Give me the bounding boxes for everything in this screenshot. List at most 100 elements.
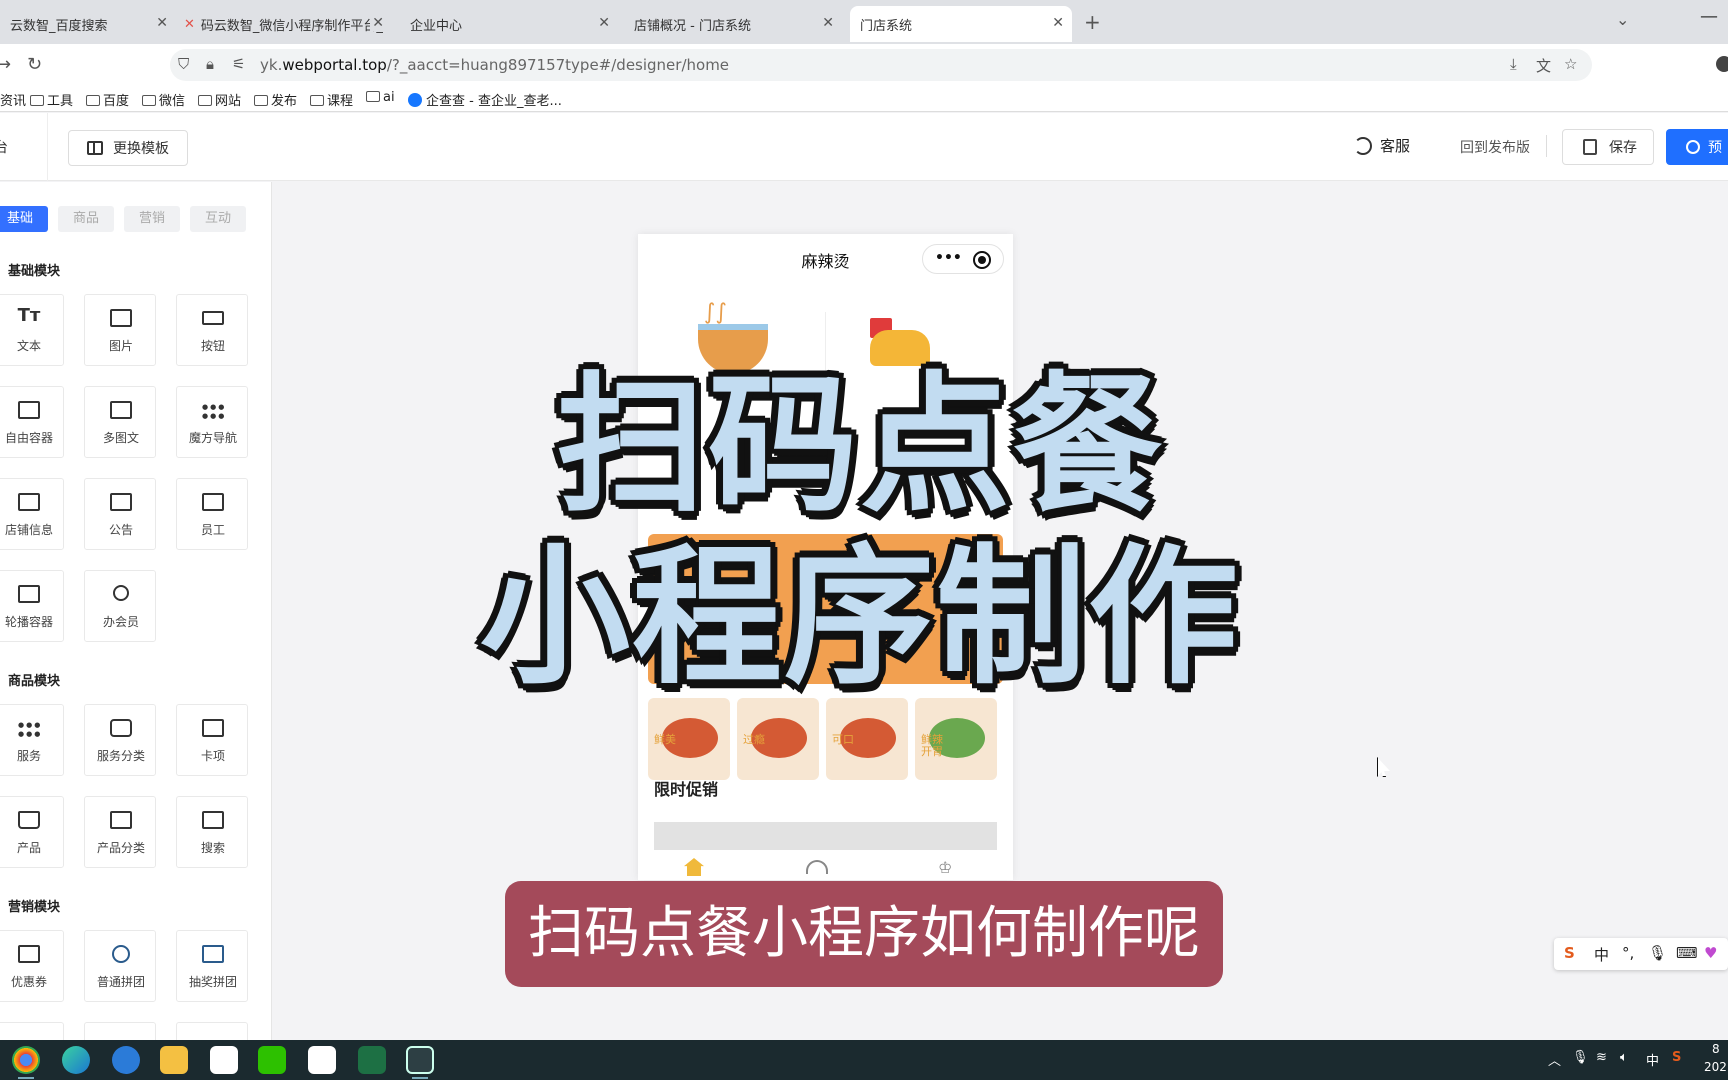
change-template-button[interactable]: 更换模板 — [68, 130, 188, 166]
module-notice[interactable]: 公告 — [84, 478, 156, 550]
star-icon[interactable]: ☆ — [1564, 55, 1577, 73]
module-carousel[interactable]: 轮播容器 — [0, 570, 64, 642]
bookmark-item[interactable]: 百度 — [86, 90, 129, 109]
bookmark-item[interactable]: 微信 — [142, 90, 185, 109]
module-more[interactable] — [0, 1022, 64, 1040]
module-staff[interactable]: 员工 — [176, 478, 248, 550]
skin-icon[interactable]: ♥ — [1704, 944, 1717, 962]
revert-to-published-button[interactable]: 回到发布版 — [1460, 137, 1530, 157]
microphone-icon[interactable]: 🎙︎ — [1648, 944, 1667, 962]
sogou-tray-icon[interactable]: S — [1672, 1050, 1681, 1065]
lock-icon[interactable]: 🔒︎ — [206, 55, 214, 73]
module-product-category[interactable]: 产品分类 — [84, 796, 156, 868]
new-tab-icon[interactable]: + — [1084, 10, 1101, 34]
module-product[interactable]: 产品 — [0, 796, 64, 868]
excel-icon[interactable] — [358, 1046, 386, 1074]
tab-enterprise-center[interactable]: 企业中心 ✕ — [400, 6, 618, 42]
close-icon[interactable]: ✕ — [370, 15, 384, 31]
mini-program-capsule[interactable]: ••• — [922, 244, 1004, 274]
punctuation-icon[interactable]: °, — [1622, 944, 1634, 962]
tray-chevron-icon[interactable]: ︿ — [1548, 1050, 1561, 1069]
module-coupon[interactable]: 优惠券 — [0, 930, 64, 1002]
tab-interaction[interactable]: 互动 — [190, 206, 246, 232]
module-text[interactable]: Tт 文本 — [0, 294, 64, 366]
module-lottery-group-buy[interactable]: 抽奖拼团 — [176, 930, 248, 1002]
wechat-icon[interactable] — [258, 1046, 286, 1074]
bookmark-item[interactable]: 企查查 - 查企业_查老... — [408, 90, 562, 109]
preview-button[interactable]: 预 — [1666, 129, 1728, 165]
module-multi-image-text[interactable]: 多图文 — [84, 386, 156, 458]
ime-toolbar[interactable]: S 中 °, 🎙︎ ⌨ ♥ — [1554, 938, 1728, 970]
tab-store-system[interactable]: 门店系统 ✕ — [850, 6, 1072, 42]
close-icon[interactable]: ✕ — [156, 15, 168, 31]
minimize-icon[interactable]: — — [1700, 6, 1718, 27]
app-icon[interactable] — [406, 1046, 434, 1074]
tab-marketing[interactable]: 营销 — [124, 206, 180, 232]
close-icon[interactable]: ✕ — [1052, 15, 1064, 31]
module-service-category[interactable]: 服务分类 — [84, 704, 156, 776]
ime-lang-toggle[interactable]: 中 — [1594, 944, 1609, 965]
tab-products[interactable]: 商品 — [58, 206, 114, 232]
food-item[interactable]: 鲜辣开胃 — [915, 698, 997, 780]
volume-icon[interactable]: 🔈︎ — [1620, 1050, 1628, 1065]
home-icon[interactable] — [684, 858, 704, 876]
module-more[interactable] — [176, 1022, 248, 1040]
food-item[interactable]: 鲜美 — [648, 698, 730, 780]
module-membership[interactable]: 办会员 — [84, 570, 156, 642]
chrome-icon[interactable] — [12, 1046, 40, 1074]
food-item[interactable]: 可口 — [826, 698, 908, 780]
tune-icon[interactable]: ⚟ — [232, 55, 245, 73]
close-icon[interactable]: ✕ — [822, 15, 834, 31]
edge-icon[interactable] — [62, 1046, 90, 1074]
tab-baidu-search[interactable]: 云数智_百度搜索 ✕ — [0, 6, 176, 42]
customer-service-button[interactable]: 客服 — [1354, 135, 1410, 156]
food-item[interactable]: 过瘾 — [737, 698, 819, 780]
module-group-buy[interactable]: 普通拼团 — [84, 930, 156, 1002]
module-card-item[interactable]: 卡项 — [176, 704, 248, 776]
bookmark-item[interactable]: ai — [366, 90, 395, 105]
module-cube-nav[interactable]: 魔方导航 — [176, 386, 248, 458]
bookmark-item[interactable]: 发布 — [254, 90, 297, 109]
crown-icon[interactable]: ♔ — [938, 858, 952, 877]
module-store-info[interactable]: 店铺信息 — [0, 478, 64, 550]
module-service[interactable]: 服务 — [0, 704, 64, 776]
tab-mayun-platform[interactable]: ✕ 码云数智_微信小程序制作平台_ ✕ — [176, 6, 392, 42]
tray-lang-indicator[interactable]: 中 — [1646, 1050, 1659, 1069]
translate-icon[interactable]: 文 — [1536, 55, 1551, 76]
module-free-container[interactable]: 自由容器 — [0, 386, 64, 458]
clock-date[interactable]: 202 — [1704, 1060, 1727, 1074]
wifi-icon[interactable]: ≋ — [1596, 1050, 1607, 1065]
tab-basic[interactable]: 基础 — [0, 206, 48, 232]
module-more[interactable] — [84, 1022, 156, 1040]
service-bell-icon[interactable] — [806, 860, 828, 874]
text-icon: Tт — [17, 305, 41, 326]
download-icon[interactable]: ⤓ — [1510, 55, 1517, 73]
qq-icon[interactable] — [210, 1046, 238, 1074]
clock-time[interactable]: 8 — [1712, 1042, 1720, 1056]
shield-icon[interactable]: ⛉ — [178, 55, 189, 73]
profile-icon[interactable] — [1716, 56, 1728, 72]
bookmark-item[interactable]: 资讯 — [0, 90, 26, 109]
video-editor-icon[interactable] — [308, 1046, 336, 1074]
save-button[interactable]: 保存 — [1562, 129, 1654, 165]
close-target-icon[interactable] — [973, 251, 991, 269]
forward-icon[interactable]: → — [0, 54, 11, 75]
tab-store-overview[interactable]: 店铺概况 - 门店系统 ✕ — [624, 6, 842, 42]
microphone-icon[interactable]: 🎙︎ — [1572, 1050, 1589, 1065]
bookmark-item[interactable]: 工具 — [30, 90, 73, 109]
chevron-down-icon[interactable]: ⌄ — [1616, 10, 1629, 29]
keyboard-icon[interactable]: ⌨ — [1676, 944, 1698, 962]
promo-placeholder[interactable] — [654, 822, 997, 850]
sogou-browser-icon[interactable] — [112, 1046, 140, 1074]
reload-icon[interactable]: ↻ — [27, 54, 42, 75]
more-icon[interactable]: ••• — [935, 250, 962, 266]
module-search[interactable]: 搜索 — [176, 796, 248, 868]
url-field[interactable]: ⛉ 🔒︎ ⚟ yk.webportal.top/?_aacct=huang897… — [170, 49, 1592, 81]
bookmark-item[interactable]: 网站 — [198, 90, 241, 109]
module-image[interactable]: 图片 — [84, 294, 156, 366]
designer-header: 台 更换模板 客服 回到发布版 保存 预 — [0, 113, 1728, 181]
close-icon[interactable]: ✕ — [598, 15, 610, 31]
bookmark-item[interactable]: 课程 — [310, 90, 353, 109]
module-button[interactable]: 按钮 — [176, 294, 248, 366]
file-explorer-icon[interactable] — [160, 1046, 188, 1074]
